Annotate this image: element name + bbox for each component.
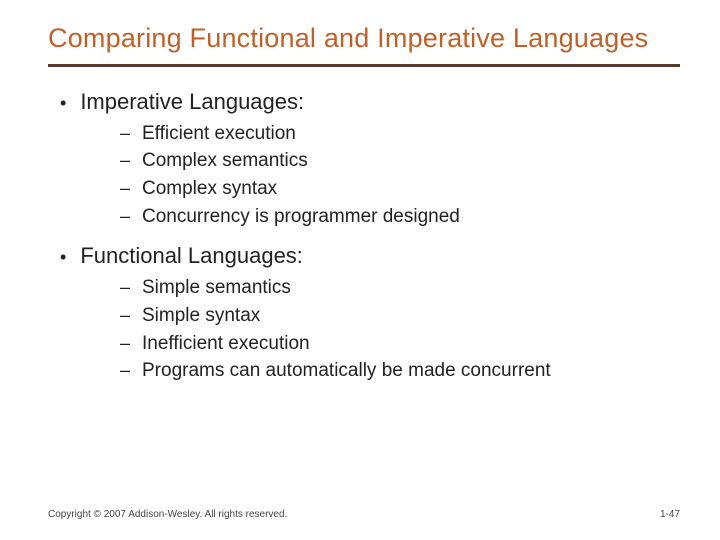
slide-footer: Copyright © 2007 Addison-Wesley. All rig… [48, 509, 680, 520]
list-item: – Inefficient execution [120, 331, 680, 357]
title-underline [48, 64, 680, 67]
section-imperative: • Imperative Languages: – Efficient exec… [48, 89, 680, 230]
list-item: – Simple semantics [120, 275, 680, 301]
sub-list: – Simple semantics – Simple syntax – Ine… [120, 275, 680, 384]
list-item: – Complex semantics [120, 148, 680, 174]
list-item: – Complex syntax [120, 176, 680, 202]
dash-icon: – [120, 123, 132, 144]
dash-icon: – [120, 178, 132, 199]
list-item-text: Programs can automatically be made concu… [142, 358, 551, 384]
dash-icon: – [120, 277, 132, 298]
list-item-text: Inefficient execution [142, 331, 310, 357]
list-item-text: Simple semantics [142, 275, 291, 301]
slide-title: Comparing Functional and Imperative Lang… [48, 22, 680, 62]
dash-icon: – [120, 150, 132, 171]
copyright-text: Copyright © 2007 Addison-Wesley. All rig… [48, 509, 287, 520]
section-heading: Functional Languages: [80, 243, 303, 269]
list-item: – Programs can automatically be made con… [120, 358, 680, 384]
list-item-text: Efficient execution [142, 121, 296, 147]
list-item: – Concurrency is programmer designed [120, 204, 680, 230]
dash-icon: – [120, 305, 132, 326]
list-item-text: Concurrency is programmer designed [142, 204, 460, 230]
bullet-icon: • [60, 94, 66, 112]
bullet-icon: • [60, 248, 66, 266]
list-item-text: Complex semantics [142, 148, 308, 174]
list-item-text: Simple syntax [142, 303, 260, 329]
heading-row: • Imperative Languages: [60, 89, 680, 115]
section-heading: Imperative Languages: [80, 89, 304, 115]
heading-row: • Functional Languages: [60, 243, 680, 269]
list-item: – Simple syntax [120, 303, 680, 329]
page-number: 1-47 [660, 509, 680, 520]
dash-icon: – [120, 333, 132, 354]
list-item-text: Complex syntax [142, 176, 277, 202]
dash-icon: – [120, 206, 132, 227]
section-functional: • Functional Languages: – Simple semanti… [48, 243, 680, 384]
list-item: – Efficient execution [120, 121, 680, 147]
sub-list: – Efficient execution – Complex semantic… [120, 121, 680, 230]
dash-icon: – [120, 360, 132, 381]
